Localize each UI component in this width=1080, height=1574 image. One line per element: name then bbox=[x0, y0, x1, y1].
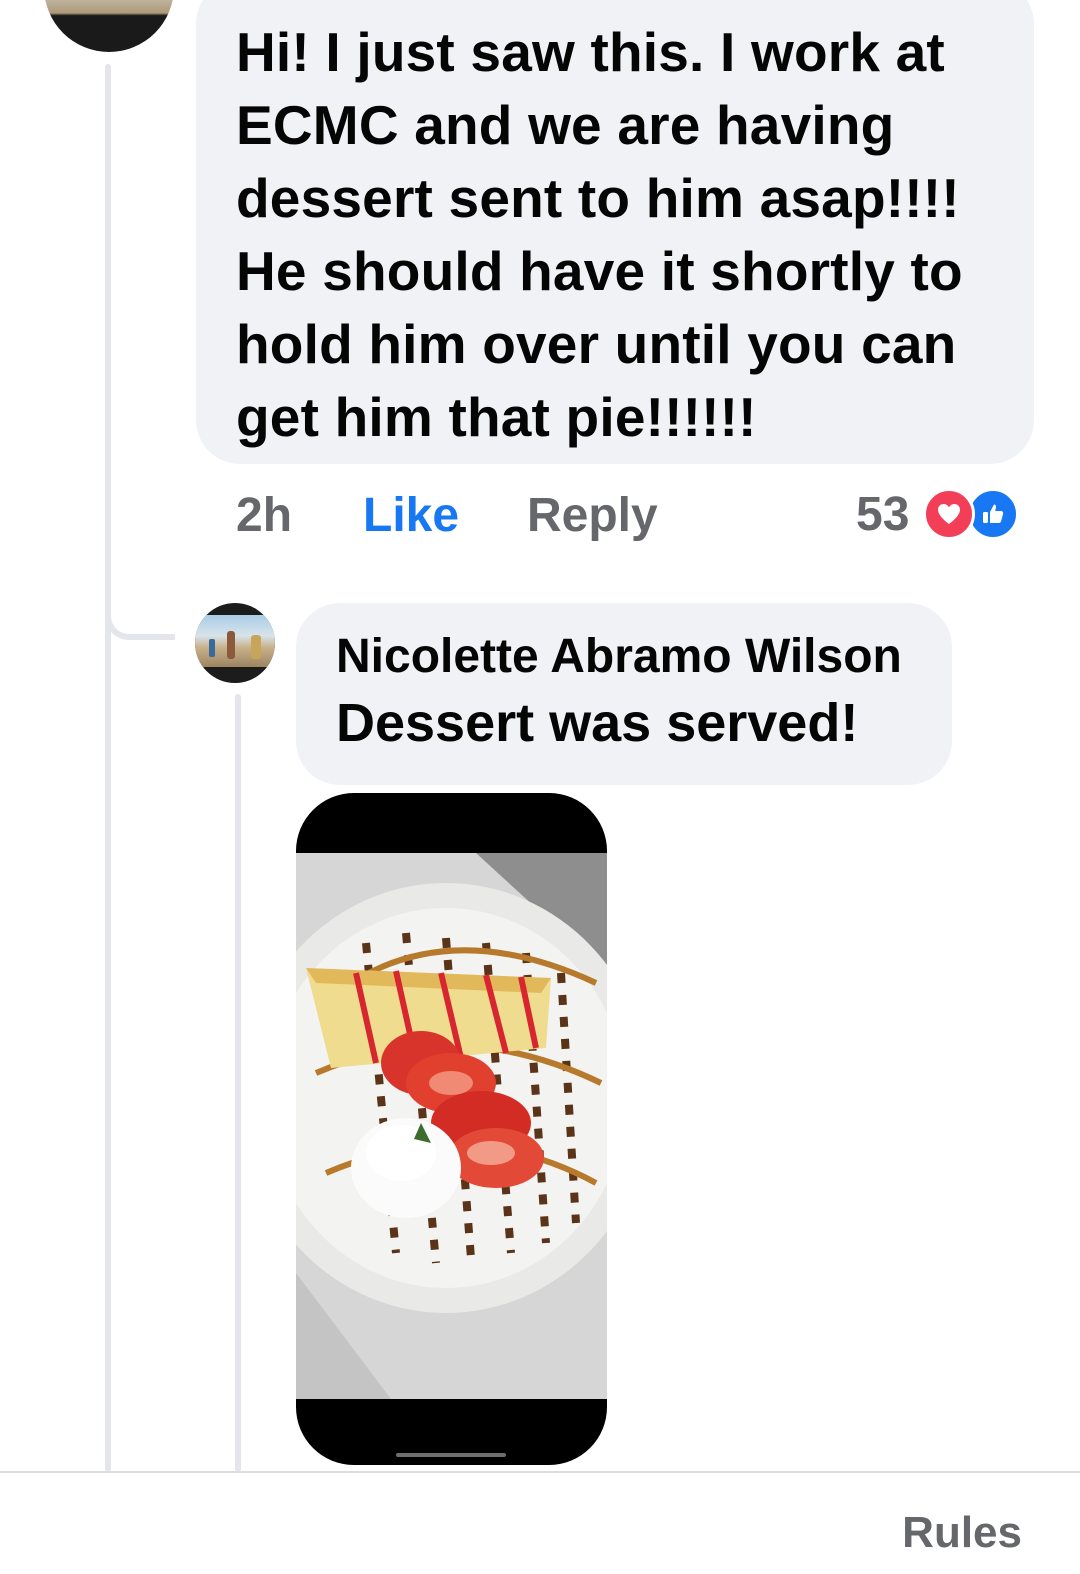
comment-bubble: Hi! I just saw this. I work at ECMC and … bbox=[196, 0, 1034, 464]
reactions-summary[interactable]: 53 bbox=[856, 486, 1020, 542]
home-indicator bbox=[396, 1453, 506, 1457]
dessert-photo bbox=[296, 853, 607, 1399]
reply-author-avatar[interactable] bbox=[195, 603, 275, 683]
love-icon bbox=[923, 488, 976, 540]
reply-thread-line bbox=[235, 694, 241, 1472]
like-button[interactable]: Like bbox=[363, 488, 459, 543]
thread-connector bbox=[105, 590, 175, 640]
comment-text: Hi! I just saw this. I work at ECMC and … bbox=[236, 21, 963, 448]
avatar-photo bbox=[195, 615, 275, 667]
comment-timestamp[interactable]: 2h bbox=[236, 488, 292, 543]
reply-author-name[interactable]: Nicolette Abramo Wilson bbox=[336, 629, 912, 685]
comment-thread: Hi! I just saw this. I work at ECMC and … bbox=[0, 0, 1080, 1574]
commenter-avatar[interactable] bbox=[44, 0, 174, 52]
rules-link[interactable]: Rules bbox=[902, 1508, 1022, 1558]
reply-bubble: Nicolette Abramo Wilson Dessert was serv… bbox=[296, 603, 952, 785]
reply-button[interactable]: Reply bbox=[527, 488, 658, 543]
thread-line bbox=[105, 64, 111, 1472]
photo-attachment[interactable] bbox=[296, 793, 607, 1465]
footer-divider bbox=[0, 1471, 1080, 1473]
reply-text: Dessert was served! bbox=[336, 693, 859, 753]
reaction-count: 53 bbox=[856, 487, 910, 541]
like-thumb-icon bbox=[967, 488, 1020, 540]
